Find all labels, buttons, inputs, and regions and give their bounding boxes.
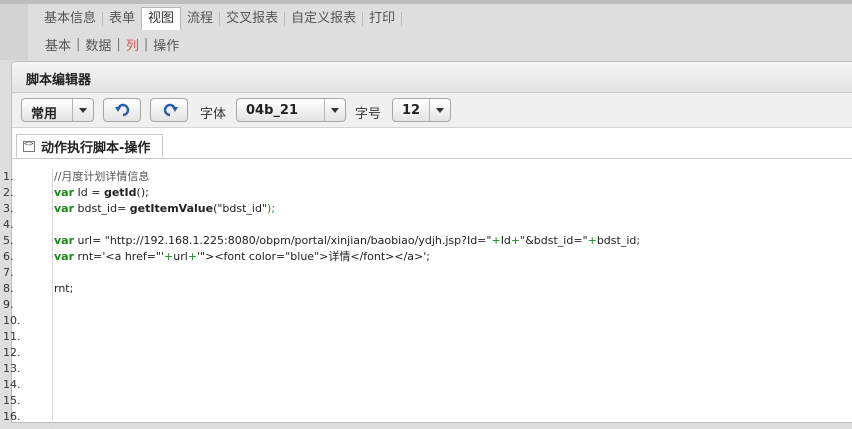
size-label: 字号	[355, 107, 382, 122]
size-dropdown-value: 12	[402, 103, 421, 118]
redo-button[interactable]	[150, 98, 188, 122]
tab-basic-info[interactable]: 基本信息	[38, 8, 102, 30]
tab-view[interactable]: 视图	[141, 7, 182, 30]
subnav-separator: |	[143, 36, 149, 52]
size-dropdown[interactable]: 12	[392, 98, 451, 122]
script-editor-panel: 脚本编辑器 常用 字体 04b_21 字号 12 <> 动作执行脚本-操作 1.…	[3, 61, 852, 429]
line-number: 13.	[3, 362, 21, 375]
font-label: 字体	[200, 107, 227, 122]
subnav-separator: |	[76, 36, 81, 52]
script-tabs-row: 动作执行脚本-操作	[12, 128, 852, 159]
code-text: Id =	[74, 186, 104, 199]
line-number: 7.	[3, 266, 14, 279]
left-gutter	[0, 4, 28, 60]
code-editor[interactable]: 1. 2. 3. 4. 5. 6. 7. 8. 9. 10. 11. 12. 1…	[3, 159, 852, 429]
line-number: 14.	[3, 378, 21, 391]
line-number: 12.	[3, 346, 21, 359]
code-text: url	[173, 250, 188, 263]
code-text: ();	[136, 186, 149, 199]
script-tab-label: 动作执行脚本-操作	[41, 140, 151, 156]
mode-dropdown-value: 常用	[31, 107, 58, 122]
redo-icon	[163, 103, 178, 117]
line-number: 4.	[3, 218, 14, 231]
code-line: //月度计划详情信息	[54, 169, 640, 185]
code-text: rnt='<a href="'	[74, 250, 165, 263]
subnav-basic[interactable]: 基本	[45, 35, 71, 54]
line-number: 16.	[3, 410, 21, 423]
code-line: var bdst_id= getItemValue("bdst_id");	[54, 201, 640, 217]
mode-dropdown[interactable]: 常用	[21, 98, 94, 122]
font-dropdown-value: 04b_21	[246, 103, 298, 118]
chevron-down-icon[interactable]	[324, 99, 345, 121]
code-line: rnt;	[54, 281, 640, 297]
subnav-data[interactable]: 数据	[85, 35, 111, 54]
code-text: "&bdst_id="	[520, 234, 588, 247]
code-content: //月度计划详情信息 var Id = getId(); var bdst_id…	[54, 169, 640, 297]
line-number: 1.	[3, 170, 14, 183]
tab-divider	[401, 11, 403, 26]
code-text: '"><font color="blue">详情</font></a>';	[197, 250, 430, 263]
code-line: var Id = getId();	[54, 185, 640, 201]
code-function: getId	[103, 186, 137, 199]
code-operator: +	[491, 234, 501, 247]
code-line: var url= "http://192.168.1.225:8080/obpm…	[54, 233, 640, 249]
code-text: rnt;	[54, 282, 74, 295]
code-keyword: var	[54, 186, 75, 199]
tab-print[interactable]: 打印	[363, 8, 401, 30]
code-punctuation: );	[267, 202, 276, 215]
line-number: 3.	[3, 202, 14, 215]
code-keyword: var	[54, 250, 75, 263]
code-operator: +	[187, 250, 198, 263]
code-keyword: var	[54, 202, 75, 215]
editor-toolbar: 常用 字体 04b_21 字号 12	[12, 93, 852, 128]
tab-action-script[interactable]: 动作执行脚本-操作	[16, 134, 164, 158]
line-number: 2.	[3, 186, 14, 199]
undo-button[interactable]	[103, 98, 141, 122]
subnav-separator: |	[116, 36, 121, 52]
code-line: var rnt='<a href="'+url+'"><font color="…	[54, 249, 640, 265]
line-number: 5.	[3, 234, 14, 247]
line-number: 11.	[3, 330, 21, 343]
font-dropdown[interactable]: 04b_21	[236, 98, 346, 122]
subnav-operation[interactable]: 操作	[153, 35, 179, 54]
panel-header: 脚本编辑器	[12, 62, 852, 93]
code-text: bdst_id;	[596, 234, 641, 247]
panel-title: 脚本编辑器	[26, 73, 92, 88]
chevron-down-icon[interactable]	[72, 99, 93, 121]
code-icon	[23, 139, 35, 152]
code-text: Id	[500, 234, 511, 247]
window-top-strip	[0, 0, 852, 4]
line-number: 6.	[3, 250, 14, 263]
tab-custom-report[interactable]: 自定义报表	[285, 8, 362, 30]
undo-icon	[115, 103, 130, 117]
line-number-gutter: 1. 2. 3. 4. 5. 6. 7. 8. 9. 10. 11. 12. 1…	[1, 169, 53, 429]
line-number: 10.	[3, 314, 21, 327]
code-function: getItemValue	[129, 202, 214, 215]
code-text: ("bdst_id"	[213, 202, 268, 215]
code-operator: +	[164, 250, 174, 263]
code-operator: +	[587, 234, 597, 247]
line-number: 15.	[3, 394, 21, 407]
tab-form[interactable]: 表单	[103, 8, 141, 30]
code-comment: //月度计划详情信息	[54, 170, 150, 183]
code-text: url= "http://192.168.1.225:8080/obpm/por…	[74, 234, 492, 247]
line-number: 8.	[3, 282, 14, 295]
code-operator: +	[510, 234, 521, 247]
subnav-column[interactable]: 列	[126, 35, 139, 54]
tab-cross-report[interactable]: 交叉报表	[220, 8, 284, 30]
chevron-down-icon[interactable]	[429, 99, 450, 121]
code-text: bdst_id=	[74, 202, 130, 215]
sub-nav: 基本 | 数据 | 列 | 操作	[45, 34, 179, 54]
code-keyword: var	[54, 234, 75, 247]
top-nav: 基本信息 表单 视图 流程 交叉报表 自定义报表 打印	[38, 7, 403, 30]
tab-flow[interactable]: 流程	[181, 8, 219, 30]
line-number: 9.	[3, 298, 14, 311]
